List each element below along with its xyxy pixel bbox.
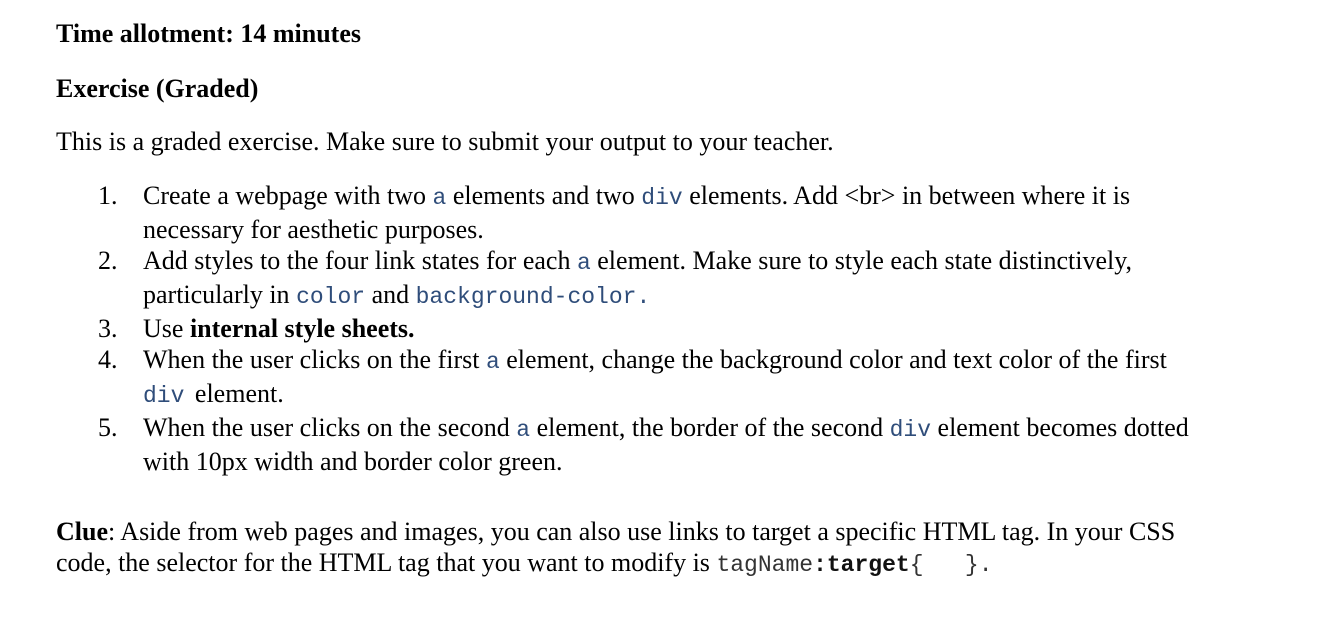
item-line: Use internal style sheets. [143, 313, 1316, 344]
list-number: 5. [98, 413, 118, 442]
item-line: When the user clicks on the second a ele… [143, 412, 1316, 446]
item-line: with 10px width and border color green. [143, 447, 563, 476]
item-line: When the user clicks on the first a elem… [143, 344, 1316, 378]
list-number: 3. [98, 314, 118, 343]
exercise-list: 1. Create a webpage with two a elements … [56, 180, 1316, 477]
code-tagname: tagName [716, 552, 814, 578]
code-color: color [296, 284, 366, 310]
code-div: div [889, 417, 932, 443]
exercise-title: Exercise (Graded) [56, 74, 259, 103]
text-run: and [365, 280, 416, 309]
code-braces: { } [909, 552, 979, 578]
code-target: :target [813, 552, 910, 578]
text-run: When the user clicks on the first [143, 345, 486, 374]
bold-text: internal style sheets. [189, 314, 415, 343]
text-run: elements and two [446, 181, 642, 210]
list-number: 4. [98, 345, 118, 374]
code-div: div [641, 185, 683, 211]
item-line: Add styles to the four link states for e… [143, 245, 1316, 279]
text-run: Use [143, 314, 190, 343]
list-number: 2. [98, 246, 118, 275]
text-run: elements. Add <br> in between where it i… [682, 181, 1131, 210]
list-item-5: 5. When the user clicks on the second a … [56, 412, 1316, 477]
code-a: a [485, 349, 500, 375]
time-allotment: Time allotment: 14 minutes [56, 19, 361, 48]
text-run: When the user clicks on the second [143, 413, 517, 442]
list-item-4: 4. When the user clicks on the first a e… [56, 344, 1316, 412]
text-run: : Aside from web pages and images, you c… [108, 517, 1176, 546]
list-item-2: 2. Add styles to the four link states fo… [56, 245, 1316, 313]
item-line: necessary for aesthetic purposes. [143, 215, 484, 244]
text-run: element becomes dotted [931, 413, 1189, 442]
code-background-color: background-color [415, 284, 637, 310]
text-run: element, the border of the second [530, 413, 890, 442]
code-period: . [978, 552, 993, 578]
list-item-1: 1. Create a webpage with two a elements … [56, 180, 1316, 245]
clue-label: Clue [56, 517, 108, 546]
intro-paragraph: This is a graded exercise. Make sure to … [56, 127, 834, 156]
text-run: element. [188, 379, 284, 408]
item-line: div element. [143, 378, 1316, 412]
text-run: code, the selector for the HTML tag that… [56, 548, 717, 577]
clue-line: Clue: Aside from web pages and images, y… [56, 516, 1316, 547]
code-period: . [636, 284, 651, 310]
code-div: div [143, 383, 185, 409]
item-line: particularly in color and background-col… [143, 279, 1316, 313]
text-run: particularly in [143, 280, 297, 309]
list-number: 1. [98, 181, 118, 210]
list-item-3: 3. Use internal style sheets. [56, 313, 1316, 344]
code-a: a [516, 417, 531, 443]
clue-paragraph: Clue: Aside from web pages and images, y… [56, 516, 1316, 581]
text-run: element. Make sure to style each state d… [590, 246, 1133, 275]
item-line: Create a webpage with two a elements and… [143, 180, 1316, 214]
code-a: a [576, 250, 591, 276]
clue-line: code, the selector for the HTML tag that… [56, 547, 1316, 581]
text-run: Add styles to the four link states for e… [143, 246, 577, 275]
code-a: a [432, 185, 447, 211]
text-run: Create a webpage with two [143, 181, 433, 210]
text-run: element, change the background color and… [499, 345, 1167, 374]
